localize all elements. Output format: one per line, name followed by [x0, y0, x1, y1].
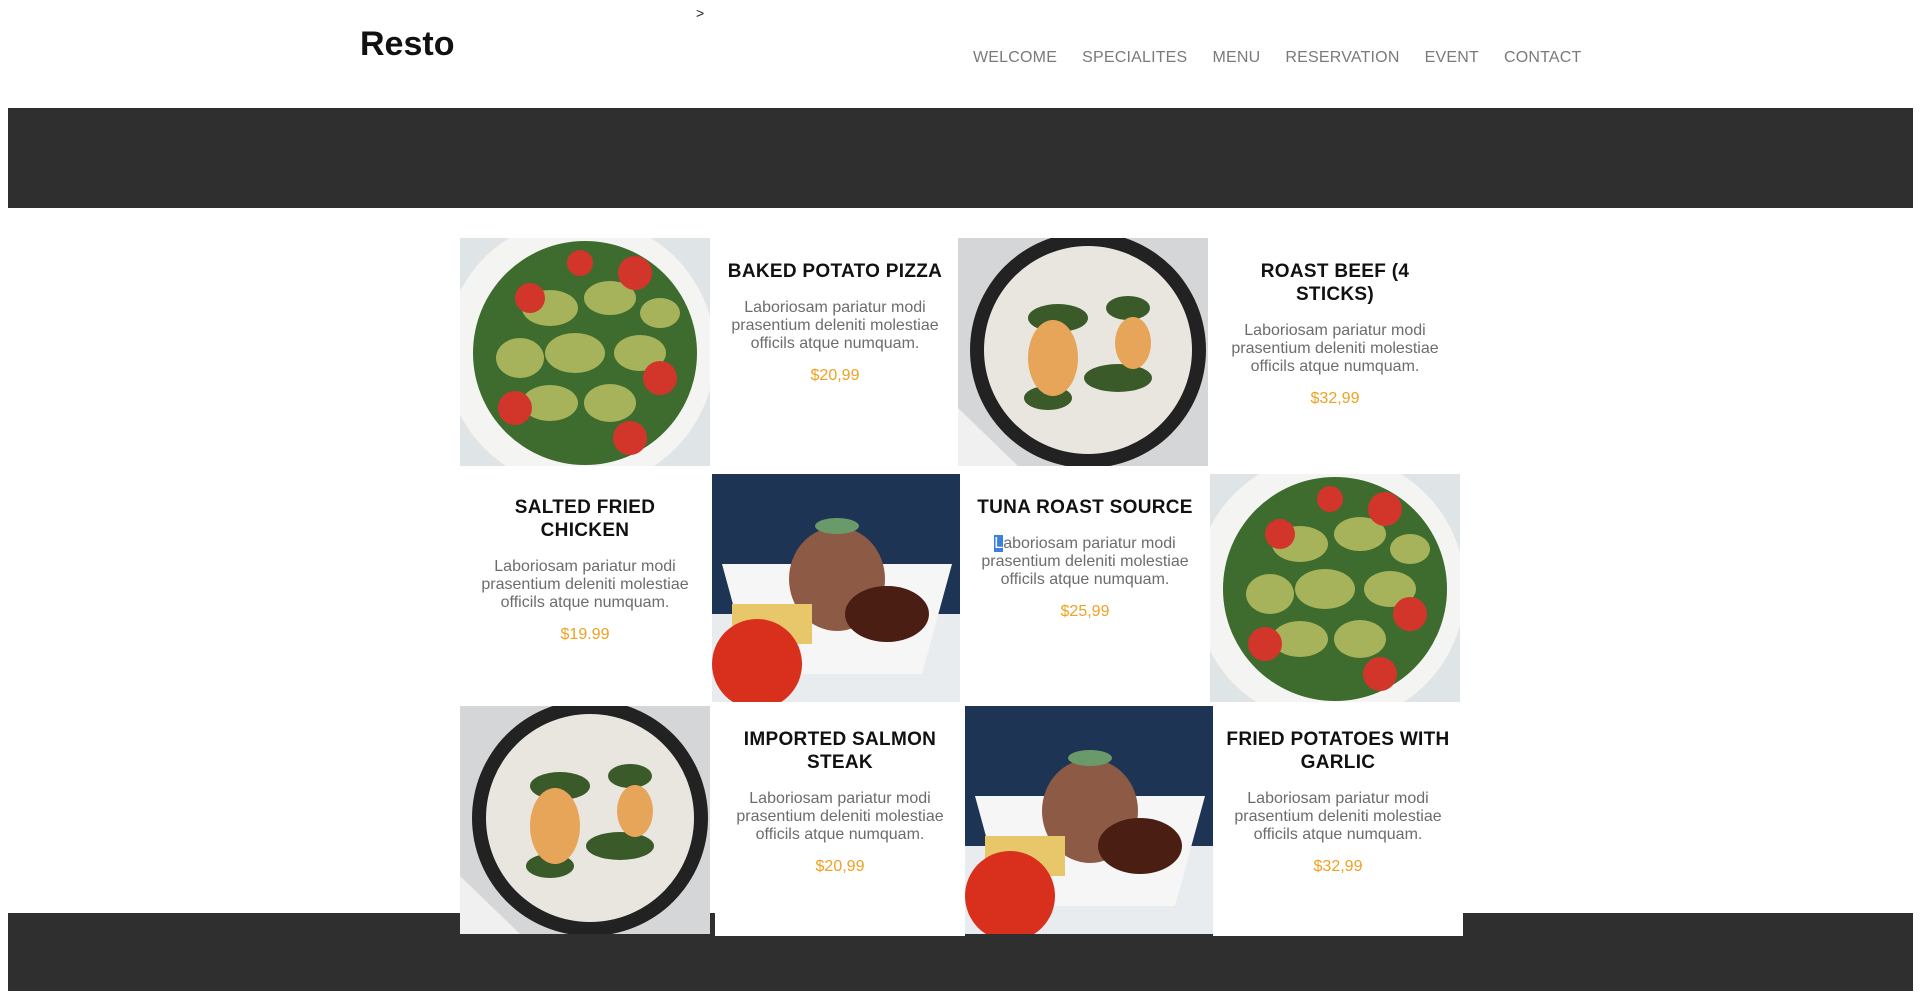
rice-plate-photo — [965, 706, 1215, 934]
menu-item-title: ROAST BEEF (4 STICKS) — [1260, 261, 1410, 305]
menu-item-description: Laboriosam pariatur modi prasentium dele… — [1234, 790, 1442, 843]
menu-item-card: ROAST BEEF (4 STICKS) Laboriosam pariatu… — [1210, 238, 1460, 468]
menu-item-card: IMPORTED SALMON STEAK Laboriosam pariatu… — [715, 706, 965, 936]
stray-glyph: > — [696, 5, 705, 21]
menu-item-title: FRIED POTATOES WITH GARLIC — [1226, 729, 1450, 773]
food-image-fish-skillet — [460, 706, 710, 934]
food-image-rice-plate — [965, 706, 1215, 934]
menu-item-description: Laboriosam pariatur modi prasentium dele… — [1231, 322, 1439, 375]
hero-band — [8, 108, 1913, 208]
selected-text: L — [994, 535, 1004, 552]
pasta-salad-photo — [1210, 474, 1460, 702]
nav-contact[interactable]: CONTACT — [1504, 49, 1582, 67]
nav-event[interactable]: EVENT — [1425, 49, 1479, 67]
nav-reservation[interactable]: RESERVATION — [1285, 49, 1399, 67]
food-image-fish-skillet — [958, 238, 1208, 466]
menu-item-price: $19.99 — [560, 626, 610, 643]
menu-item-card: SALTED FRIED CHICKEN Laboriosam pariatur… — [460, 474, 710, 704]
menu-item-card: FRIED POTATOES WITH GARLIC Laboriosam pa… — [1213, 706, 1463, 936]
menu-item-title: SALTED FRIED CHICKEN — [514, 497, 656, 541]
menu-item-description: Laboriosam pariatur modi prasentium dele… — [731, 299, 939, 352]
menu-item-price: $20,99 — [815, 858, 865, 875]
food-image-pasta-salad — [1210, 474, 1460, 702]
nav-menu[interactable]: MENU — [1212, 49, 1260, 67]
menu-item-description: Laboriosam pariatur modi prasentium dele… — [736, 790, 944, 843]
menu-item-price: $32,99 — [1310, 390, 1360, 407]
menu-item-description: Laboriosam pariatur modi prasentium dele… — [972, 535, 1198, 589]
nav-specialites[interactable]: SPECIALITES — [1082, 49, 1187, 67]
fish-skillet-photo — [460, 706, 710, 934]
main-nav: WELCOME SPECIALITES MENU RESERVATION EVE… — [973, 49, 1581, 67]
menu-item-card: BAKED POTATO PIZZA Laboriosam pariatur m… — [710, 238, 960, 468]
pasta-salad-photo — [460, 238, 710, 466]
menu-item-description-rest: aboriosam pariatur modi prasentium delen… — [981, 535, 1189, 588]
site-logo[interactable]: Resto — [360, 25, 454, 64]
menu-item-price: $25,99 — [1060, 603, 1110, 620]
fish-skillet-photo — [958, 238, 1208, 466]
nav-welcome[interactable]: WELCOME — [973, 49, 1057, 67]
menu-item-title: TUNA ROAST SOURCE — [977, 497, 1193, 518]
menu-item-title: BAKED POTATO PIZZA — [727, 261, 943, 282]
menu-item-price: $32,99 — [1313, 858, 1363, 875]
menu-item-description: Laboriosam pariatur modi prasentium dele… — [481, 558, 689, 611]
menu-item-card: TUNA ROAST SOURCE Laboriosam pariatur mo… — [960, 474, 1210, 704]
food-image-rice-plate — [712, 474, 962, 702]
menu-item-price: $20,99 — [810, 367, 860, 384]
food-image-pasta-salad — [460, 238, 710, 466]
menu-item-title: IMPORTED SALMON STEAK — [743, 729, 937, 773]
rice-plate-photo — [712, 474, 962, 702]
